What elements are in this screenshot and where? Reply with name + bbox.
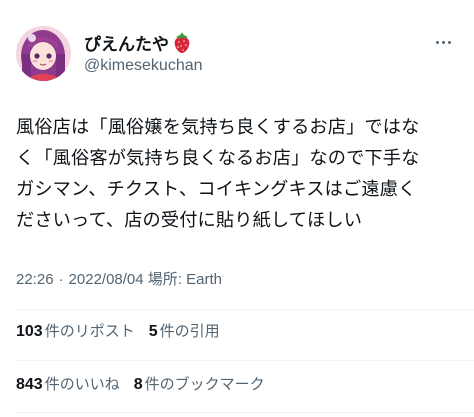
divider: [16, 360, 474, 361]
bookmarks-count: 8: [133, 376, 143, 393]
more-dot: [448, 40, 451, 44]
bookmarks-stat[interactable]: 8 件のブックマーク: [134, 373, 265, 394]
likes-label: 件のいいね: [44, 375, 120, 393]
avatar[interactable]: [16, 26, 71, 81]
likes-count: 843: [16, 376, 43, 393]
display-name[interactable]: ぴえんたや: [84, 30, 192, 55]
divider: [16, 412, 474, 413]
reposts-stat[interactable]: 103 件のリポスト: [16, 320, 135, 341]
tweet-date[interactable]: 2022/08/04: [69, 271, 144, 288]
display-name-text: ぴえんたや: [84, 35, 169, 55]
strawberry-icon: [174, 32, 190, 53]
user-handle[interactable]: @kimesekuchan: [84, 57, 203, 75]
tweet-time[interactable]: 22:26: [16, 271, 54, 288]
tweet-line: く「風俗客が気持ち良くなるお店」なので下手な: [16, 148, 420, 169]
more-dot: [436, 40, 439, 44]
reposts-count: 103: [16, 323, 43, 340]
quotes-count: 5: [148, 323, 158, 340]
stats-row-reposts: 103 件のリポスト 5 件の引用: [16, 320, 220, 341]
tweet-line: ださいって、店の受付に貼り紙してほしい: [16, 210, 363, 231]
bookmarks-label: 件のブックマーク: [144, 375, 265, 393]
divider: [16, 309, 474, 310]
tweet-line: 風俗店は「風俗嬢を気持ち良くするお店」ではな: [16, 117, 420, 138]
likes-stat[interactable]: 843 件のいいね: [16, 373, 120, 394]
tweet-location: 場所: Earth: [147, 271, 222, 288]
tweet-meta: 22:26 · 2022/08/04 場所: Earth: [16, 268, 222, 289]
more-options-icon[interactable]: [436, 37, 460, 47]
tweet-line: ガシマン、チクスト、コイキングキスはご遠慮く: [16, 179, 417, 200]
reposts-label: 件のリポスト: [44, 322, 135, 340]
stats-row-likes: 843 件のいいね 8 件のブックマーク: [16, 373, 265, 394]
more-dot: [442, 40, 445, 44]
avatar-illustration: [16, 26, 71, 81]
meta-separator: ·: [58, 271, 64, 288]
quotes-label: 件の引用: [159, 322, 220, 340]
quotes-stat[interactable]: 5 件の引用: [149, 320, 220, 341]
tweet-text: 風俗店は「風俗嬢を気持ち良くするお店」ではな く「風俗客が気持ち良くなるお店」な…: [16, 112, 466, 236]
